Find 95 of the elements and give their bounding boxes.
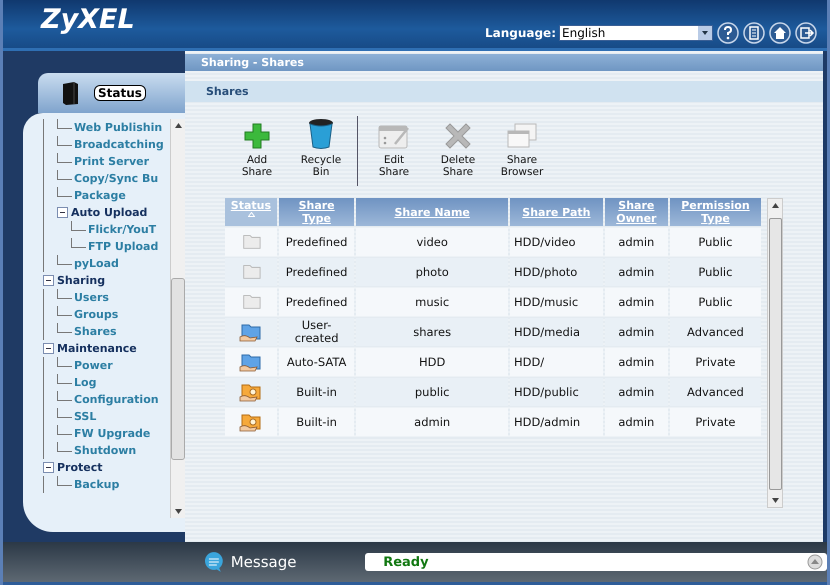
scroll-up-icon[interactable] — [174, 123, 182, 128]
help-icon[interactable] — [717, 22, 739, 44]
message-label: Message — [230, 553, 298, 571]
table-cell: HDD/ — [510, 348, 603, 376]
dropdown-icon — [698, 26, 712, 40]
toolbar-button[interactable]: Recycle Bin — [289, 116, 353, 178]
speech-bubble-icon — [203, 551, 225, 573]
expand-icon[interactable] — [806, 554, 823, 570]
table-cell: admin — [604, 228, 668, 256]
table-cell: Auto-SATA — [278, 348, 354, 376]
table-cell: admin — [604, 258, 668, 286]
table-cell: Predefined — [278, 228, 354, 256]
tree-group[interactable]: Auto Upload — [71, 206, 148, 219]
table-cell: HDD/photo — [510, 258, 603, 286]
tree-item[interactable]: Web Publishin — [74, 121, 162, 134]
table-cell: admin — [604, 318, 668, 346]
tree-item[interactable]: Print Server — [74, 155, 150, 168]
windows-icon — [506, 122, 538, 150]
table-cell: Advanced — [670, 378, 761, 406]
breadcrumb: Sharing - Shares — [185, 54, 823, 71]
table-cell: Built-in — [278, 408, 354, 436]
tree-item[interactable]: Backup — [74, 478, 120, 491]
tree-item[interactable]: FW Upgrade — [74, 427, 150, 440]
column-header[interactable]: Permission Type — [670, 198, 761, 226]
table-cell: HDD/music — [510, 288, 603, 316]
delete-icon — [444, 122, 472, 150]
table-cell: admin — [604, 348, 668, 376]
table-cell: Predefined — [278, 258, 354, 286]
home-icon[interactable] — [769, 22, 791, 44]
logout-icon[interactable] — [795, 22, 817, 44]
scroll-up-icon[interactable] — [772, 203, 778, 208]
tree-item[interactable]: Configuration — [74, 393, 159, 406]
tree-item[interactable]: Broadcatching — [74, 138, 164, 151]
table-cell: Public — [670, 228, 761, 256]
language-label: Language: — [484, 26, 556, 40]
collapse-icon[interactable] — [43, 275, 54, 286]
table-cell: HDD/public — [510, 378, 603, 406]
device-icon — [60, 80, 80, 106]
table-cell: HDD/admin — [510, 408, 603, 436]
toolbar-button[interactable]: Add Share — [225, 116, 289, 178]
status-tab[interactable]: Status — [38, 73, 185, 113]
table-cell: Private — [670, 348, 761, 376]
table-cell: HDD — [356, 348, 508, 376]
tree-item[interactable]: Shutdown — [74, 444, 136, 457]
tree-item[interactable]: Shares — [74, 325, 117, 338]
tree-item[interactable]: pyLoad — [74, 257, 119, 270]
tree-group[interactable]: Sharing — [57, 274, 106, 287]
table-cell: photo — [356, 258, 508, 286]
table-cell: public — [356, 378, 508, 406]
language-dropdown[interactable]: English — [559, 25, 713, 41]
column-header[interactable]: Share Name — [356, 198, 508, 226]
collapse-icon[interactable] — [57, 207, 68, 218]
tree-item[interactable]: Flickr/YouT — [88, 223, 156, 236]
table-cell: Built-in — [278, 378, 354, 406]
table-cell: admin — [604, 288, 668, 316]
tree-item[interactable]: Log — [74, 376, 96, 389]
scrollbar[interactable] — [767, 198, 783, 508]
plus-icon — [243, 122, 271, 150]
logo: ZyXEL — [41, 4, 135, 34]
table-cell: admin — [356, 408, 508, 436]
tree-item[interactable]: SSL — [74, 410, 96, 423]
table-cell: admin — [604, 378, 668, 406]
table-cell: HDD/video — [510, 228, 603, 256]
collapse-icon[interactable] — [43, 343, 54, 354]
table-cell: admin — [604, 408, 668, 436]
section-title: Shares — [185, 81, 823, 102]
tree-item[interactable]: Copy/Sync Bu — [74, 172, 158, 185]
table-cell: music — [356, 288, 508, 316]
table-cell: Public — [670, 258, 761, 286]
table-cell: HDD/media — [510, 318, 603, 346]
tree-item[interactable]: Power — [74, 359, 113, 372]
scroll-down-icon[interactable] — [174, 509, 182, 514]
tree-item[interactable]: Package — [74, 189, 126, 202]
table-cell: video — [356, 228, 508, 256]
notes-icon[interactable] — [743, 22, 765, 44]
table-cell: Private — [670, 408, 761, 436]
table-cell: Public — [670, 288, 761, 316]
column-header[interactable]: Share Path — [510, 198, 603, 226]
message-field: Ready — [365, 553, 827, 571]
table-cell: Advanced — [670, 318, 761, 346]
table-cell: shares — [356, 318, 508, 346]
bin-icon — [308, 118, 334, 150]
scroll-down-icon[interactable] — [772, 498, 778, 503]
table-cell: User-created — [278, 318, 354, 346]
tree-item[interactable]: Users — [74, 291, 109, 304]
tree-item[interactable]: FTP Upload — [88, 240, 158, 253]
sort-icon — [248, 212, 255, 218]
tree-item[interactable]: Groups — [74, 308, 118, 321]
table-cell: Predefined — [278, 288, 354, 316]
tree-group[interactable]: Protect — [57, 461, 103, 474]
collapse-icon[interactable] — [43, 462, 54, 473]
scrollbar[interactable] — [170, 119, 185, 518]
tree-group[interactable]: Maintenance — [57, 342, 137, 355]
column-header[interactable]: Share Type — [278, 198, 354, 226]
column-header[interactable]: Share Owner — [604, 198, 668, 226]
